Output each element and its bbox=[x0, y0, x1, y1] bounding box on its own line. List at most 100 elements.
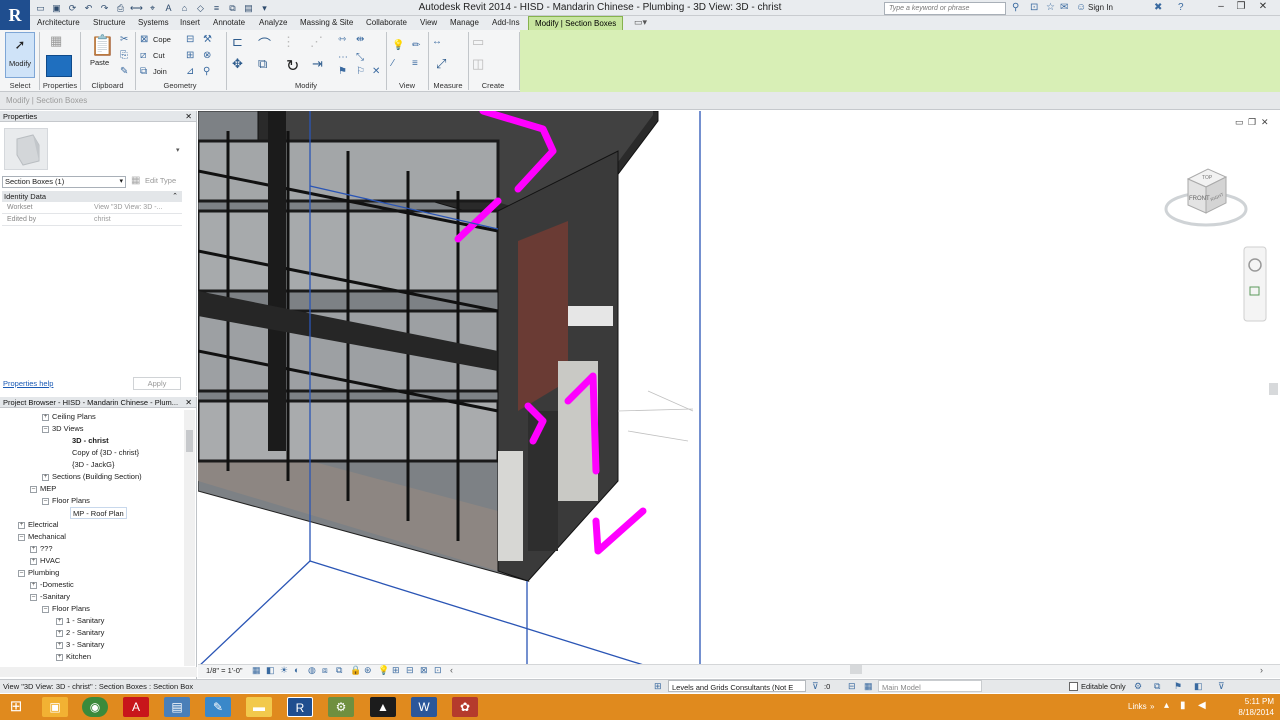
browser-horizontal-scrollbar[interactable] bbox=[0, 667, 197, 677]
linework-icon[interactable]: ∕ bbox=[392, 58, 394, 69]
property-row-edited-by[interactable]: Edited by christ bbox=[2, 214, 182, 226]
chrome-icon[interactable]: ◉ bbox=[82, 697, 108, 717]
close-icon[interactable]: ✕ bbox=[1252, 0, 1274, 14]
create-assembly-icon[interactable]: ▭ bbox=[472, 34, 484, 50]
user-icon[interactable]: ☺ bbox=[1076, 2, 1086, 13]
modify-button[interactable]: ➚ Modify bbox=[5, 32, 35, 78]
show-crop-icon[interactable]: ⧉ bbox=[336, 665, 342, 676]
tree-item[interactable]: +2 - Sanitary bbox=[56, 627, 104, 639]
tab-architecture[interactable]: Architecture bbox=[31, 16, 86, 30]
binoculars-icon[interactable]: ⚲ bbox=[1012, 2, 1019, 13]
collapse-icon[interactable]: – bbox=[42, 497, 49, 505]
tab-view[interactable]: View bbox=[414, 16, 443, 30]
revit-taskbar-icon[interactable]: R bbox=[287, 697, 313, 717]
expand-icon[interactable]: + bbox=[30, 581, 37, 589]
expand-icon[interactable]: + bbox=[56, 617, 63, 625]
ribbon-minimize-icon[interactable]: ▭▾ bbox=[634, 17, 647, 28]
mirror-draw-icon[interactable]: ⋰ bbox=[310, 34, 323, 50]
tree-item[interactable]: –3D Views bbox=[42, 423, 84, 435]
split-face-icon[interactable]: ⊞ bbox=[186, 50, 194, 61]
analytical-model-icon[interactable]: ⊟ bbox=[406, 665, 414, 676]
tree-item[interactable]: {3D - JackG} bbox=[72, 459, 115, 471]
select-by-face-icon[interactable]: ◧ bbox=[1194, 680, 1203, 693]
communication-icon[interactable]: ✉ bbox=[1060, 2, 1068, 13]
tab-annotate[interactable]: Annotate bbox=[207, 16, 251, 30]
notepad-icon[interactable]: ✎ bbox=[205, 697, 231, 717]
shadows-icon[interactable]: ◐ bbox=[294, 665, 299, 675]
settings-icon[interactable]: ⚙ bbox=[328, 697, 354, 717]
tree-item[interactable]: – Plumbing bbox=[18, 567, 59, 579]
select-pinned-icon[interactable]: ⚑ bbox=[1174, 680, 1182, 693]
folder-icon[interactable]: ▬ bbox=[246, 697, 272, 717]
3d-viewport[interactable]: TOP FRONT RIGHT ▭ ❐ ✕ bbox=[198, 111, 1280, 680]
expand-icon[interactable]: + bbox=[30, 545, 37, 553]
paint-app-icon[interactable]: ✿ bbox=[452, 697, 478, 717]
tree-item[interactable]: – MEP bbox=[30, 483, 56, 495]
expand-icon[interactable]: + bbox=[30, 557, 37, 565]
collapse-icon[interactable]: – bbox=[42, 425, 49, 433]
cope-label[interactable]: Cope bbox=[153, 35, 171, 44]
maximize-icon[interactable]: ❐ bbox=[1230, 0, 1252, 14]
expand-icon[interactable]: + bbox=[56, 653, 63, 661]
scale-icon[interactable]: ⤡ bbox=[356, 52, 364, 63]
favorites-icon[interactable]: ☆ bbox=[1046, 2, 1055, 13]
network-icon[interactable]: ▮ bbox=[1180, 700, 1186, 711]
reveal-constraints-icon[interactable]: ⊡ bbox=[434, 665, 442, 676]
tab-manage[interactable]: Manage bbox=[444, 16, 485, 30]
worksets-icon[interactable]: ⊞ bbox=[654, 680, 662, 693]
highlight-displacement-icon[interactable]: ⊠ bbox=[420, 665, 428, 676]
sign-in-link[interactable]: Sign In bbox=[1088, 3, 1113, 12]
close-properties-icon[interactable]: ✕ bbox=[185, 111, 192, 122]
paste-icon[interactable]: 📋 bbox=[90, 33, 115, 58]
join-icon[interactable]: ⧉ bbox=[140, 66, 147, 77]
tab-analyze[interactable]: Analyze bbox=[253, 16, 293, 30]
tree-item[interactable]: – -Sanitary bbox=[30, 591, 70, 603]
array-icon[interactable]: ⋯ bbox=[338, 52, 348, 63]
render-icon[interactable]: ◍ bbox=[308, 665, 316, 676]
windows-start-icon[interactable]: ⊞ bbox=[3, 697, 29, 717]
create-parts-icon[interactable]: ◫ bbox=[472, 56, 484, 72]
word-icon[interactable]: W bbox=[411, 697, 437, 717]
browser-scroll-thumb[interactable] bbox=[186, 430, 193, 452]
split-icon[interactable]: ⇿ bbox=[338, 34, 346, 45]
help-search-input[interactable]: Type a keyword or phrase bbox=[884, 2, 1006, 15]
reveal-hidden-icon[interactable]: 💡 bbox=[378, 665, 389, 676]
design-options-icon[interactable]: ⊟ bbox=[848, 680, 856, 693]
crop-view-icon[interactable]: ⧈ bbox=[322, 665, 328, 676]
pick-icon[interactable]: ⚲ bbox=[203, 66, 210, 77]
copy-icon[interactable]: ⧉ bbox=[258, 56, 267, 72]
viewport-vertical-scroll-thumb[interactable] bbox=[1269, 383, 1278, 395]
copy-clipboard-icon[interactable]: ⎘ bbox=[120, 50, 128, 61]
aligned-dimension-icon[interactable]: ↔ bbox=[432, 36, 442, 47]
tree-item[interactable]: – Floor Plans bbox=[42, 603, 90, 615]
properties-palette-button[interactable] bbox=[46, 55, 72, 77]
tree-item[interactable]: + HVAC bbox=[30, 555, 60, 567]
notification-area-icon[interactable]: ▴ bbox=[1164, 700, 1169, 711]
identity-data-group[interactable]: Identity Data ⌃ bbox=[2, 191, 182, 202]
viewport-horizontal-scroll-thumb[interactable] bbox=[850, 665, 862, 674]
collapse-icon[interactable]: ⌃ bbox=[172, 191, 178, 202]
cut-geometry-icon[interactable]: ⧄ bbox=[140, 50, 146, 61]
tab-systems[interactable]: Systems bbox=[132, 16, 175, 30]
google-drive-icon[interactable]: ▲ bbox=[370, 697, 396, 717]
exchange-apps-icon[interactable]: ✖ bbox=[1154, 2, 1162, 13]
cut-clipboard-icon[interactable]: ✂ bbox=[120, 34, 128, 45]
tab-massing-site[interactable]: Massing & Site bbox=[294, 16, 359, 30]
apply-button[interactable]: Apply bbox=[133, 377, 181, 390]
trim-extend-icon[interactable]: ⇥ bbox=[312, 56, 323, 72]
view-scale[interactable]: 1/8" = 1'-0" bbox=[206, 666, 243, 675]
demolish-icon[interactable]: ⚒ bbox=[203, 34, 212, 45]
delete-icon[interactable]: ✕ bbox=[372, 66, 380, 77]
unpin-icon[interactable]: ⚐ bbox=[356, 66, 365, 77]
tab-collaborate[interactable]: Collaborate bbox=[360, 16, 413, 30]
lock-view-icon[interactable]: 🔒 bbox=[350, 665, 361, 676]
scroll-left-icon[interactable]: ‹ bbox=[450, 665, 453, 675]
type-properties-icon[interactable]: ▦ bbox=[50, 33, 62, 49]
clock-date[interactable]: 8/18/2014 bbox=[1230, 708, 1274, 717]
links-toolbar[interactable]: Links bbox=[1128, 702, 1147, 711]
temp-view-properties-icon[interactable]: ⊞ bbox=[392, 665, 400, 676]
remove-paint-icon[interactable]: ⊗ bbox=[203, 50, 211, 61]
clock-time[interactable]: 5:11 PM bbox=[1234, 697, 1274, 706]
tray-chevron-icon[interactable]: » bbox=[1150, 702, 1154, 711]
active-workset-dropdown[interactable]: Levels and Grids Consultants (Not E bbox=[668, 680, 806, 692]
